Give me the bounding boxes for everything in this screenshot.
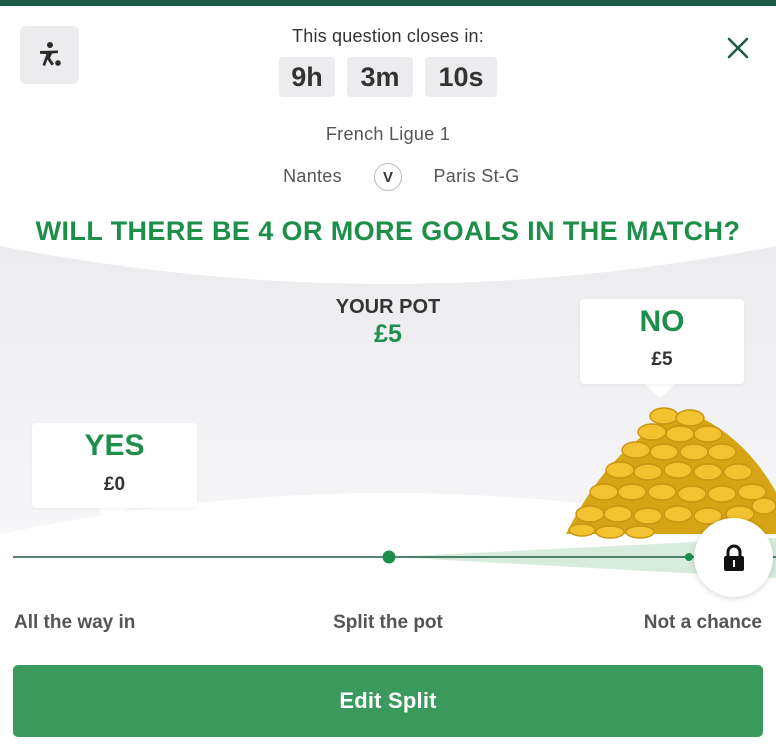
- no-label: NO: [639, 305, 685, 338]
- closes-in-label: This question closes in:: [292, 26, 484, 46]
- league-name: French Ligue 1: [325, 124, 451, 144]
- no-amount: £5: [651, 349, 673, 370]
- coin-pile: [566, 407, 776, 539]
- no-option-card: NO £5: [580, 299, 744, 384]
- away-team: Paris St-G: [433, 166, 520, 186]
- yes-label: YES: [84, 429, 145, 462]
- slider-label-all-in: All the way in: [14, 612, 136, 633]
- pot-label: YOUR POT: [335, 296, 441, 318]
- slider-label-split: Split the pot: [333, 612, 443, 633]
- lock-icon: [723, 544, 744, 571]
- pot-value: £5: [374, 320, 402, 348]
- top-accent-bar: [0, 0, 776, 6]
- countdown-minutes: 3m: [347, 57, 413, 97]
- close-icon: [727, 37, 749, 59]
- versus-badge: V: [374, 163, 402, 191]
- slider-handle[interactable]: [694, 518, 773, 597]
- slider-midpoint: [382, 550, 396, 564]
- slider-label-not-a-chance: Not a chance: [643, 612, 762, 633]
- countdown-timer: 9h 3m 10s: [0, 57, 776, 97]
- edit-split-button[interactable]: Edit Split: [13, 665, 763, 737]
- countdown-seconds: 10s: [425, 57, 497, 97]
- home-team: Nantes: [283, 166, 342, 186]
- yes-amount: £0: [103, 474, 126, 495]
- yes-callout-pointer: [96, 507, 130, 523]
- yes-option-card: YES £0: [32, 423, 197, 508]
- countdown-hours: 9h: [279, 57, 335, 97]
- no-callout-pointer: [644, 383, 676, 398]
- question-title: WILL THERE BE 4 OR MORE GOALS IN THE MAT…: [35, 216, 741, 246]
